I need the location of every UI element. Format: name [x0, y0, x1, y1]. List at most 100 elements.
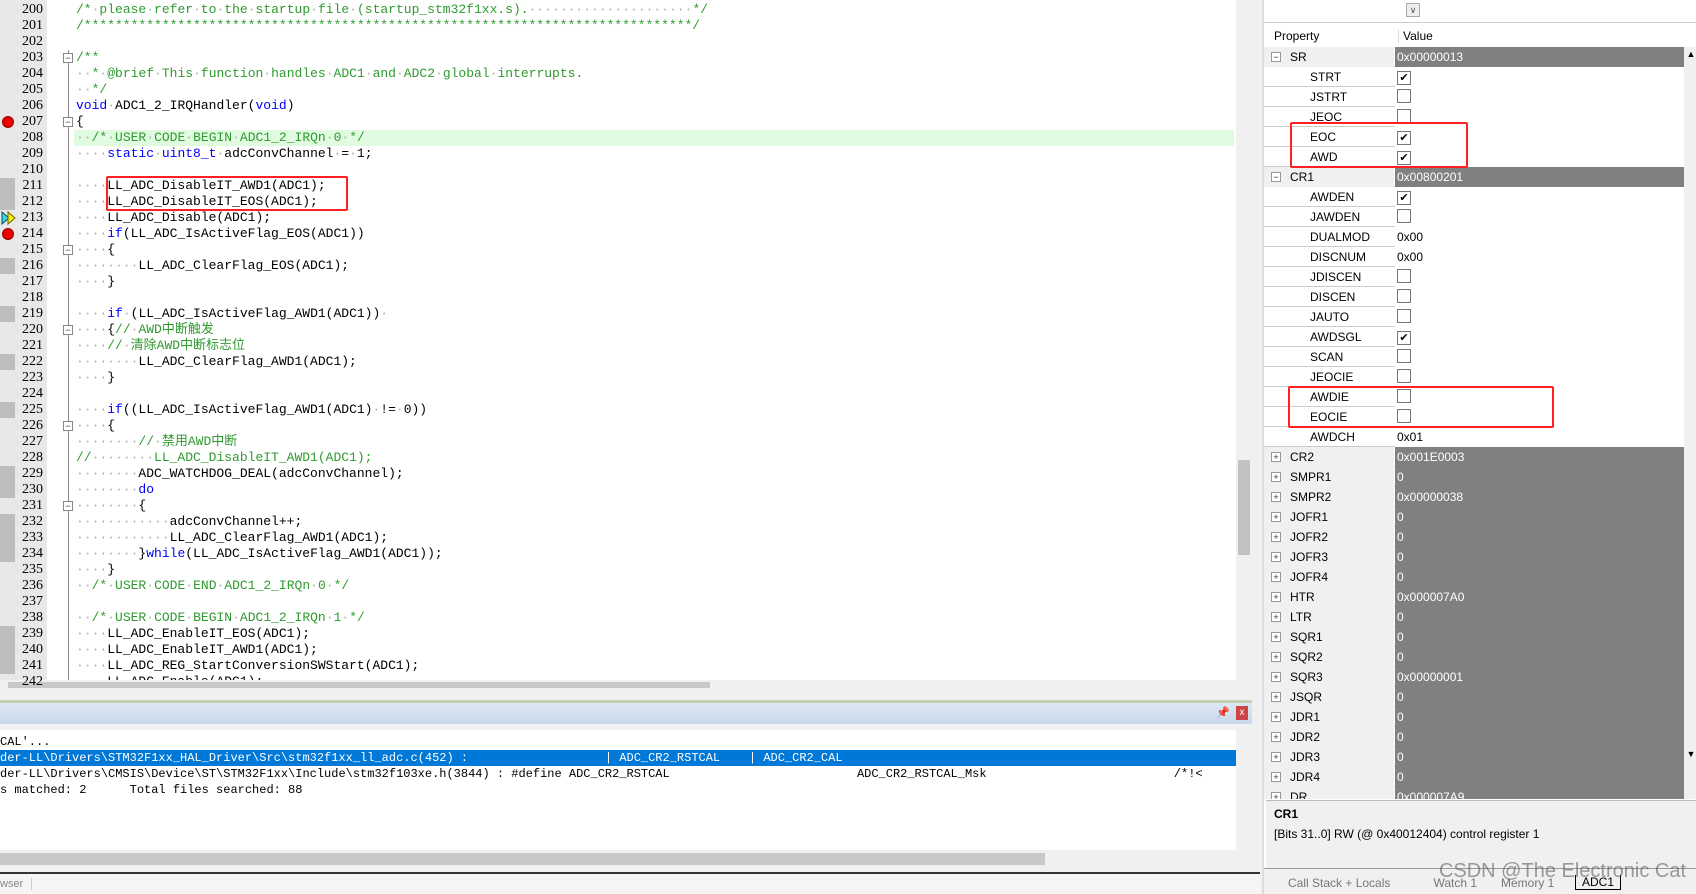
- register-row-jawden[interactable]: JAWDEN: [1264, 207, 1684, 227]
- property-value[interactable]: 0x000007A9: [1395, 787, 1684, 799]
- register-row-jdr2[interactable]: + JDR2 0: [1264, 727, 1684, 747]
- checkbox[interactable]: [1397, 269, 1411, 283]
- expand-icon[interactable]: +: [1271, 492, 1281, 502]
- register-row-smpr2[interactable]: + SMPR2 0x00000038: [1264, 487, 1684, 507]
- property-value[interactable]: 0x00000038: [1395, 487, 1684, 507]
- property-value[interactable]: 0: [1395, 507, 1684, 527]
- property-value[interactable]: 0: [1395, 567, 1684, 587]
- scroll-thumb[interactable]: [1238, 460, 1250, 555]
- property-value[interactable]: [1395, 367, 1684, 387]
- register-row-sr[interactable]: − SR 0x00000013: [1264, 47, 1684, 67]
- find-result-row[interactable]: s matched: 2 Total files searched: 88: [0, 782, 1236, 798]
- expand-icon[interactable]: +: [1271, 712, 1281, 722]
- expand-icon[interactable]: +: [1271, 752, 1281, 762]
- checkbox[interactable]: [1397, 289, 1411, 303]
- pin-icon[interactable]: 📌: [1216, 706, 1230, 719]
- fold-toggle-icon[interactable]: −: [63, 325, 73, 335]
- property-value[interactable]: 0x00: [1395, 247, 1684, 267]
- register-row-jdr1[interactable]: + JDR1 0: [1264, 707, 1684, 727]
- property-value[interactable]: [1395, 287, 1684, 307]
- expand-icon[interactable]: +: [1271, 792, 1281, 799]
- tab-call-stack-locals[interactable]: Call Stack + Locals: [1288, 876, 1390, 890]
- property-value[interactable]: 0: [1395, 707, 1684, 727]
- register-row-jauto[interactable]: JAUTO: [1264, 307, 1684, 327]
- property-value[interactable]: ✔: [1395, 327, 1684, 347]
- checkbox[interactable]: ✔: [1397, 191, 1411, 205]
- expand-icon[interactable]: +: [1271, 512, 1281, 522]
- checkbox[interactable]: [1397, 349, 1411, 363]
- property-value[interactable]: 0: [1395, 627, 1684, 647]
- expand-icon[interactable]: +: [1271, 452, 1281, 462]
- register-row-discnum[interactable]: DISCNUM 0x00: [1264, 247, 1684, 267]
- scroll-thumb[interactable]: [8, 682, 710, 688]
- register-row-discen[interactable]: DISCEN: [1264, 287, 1684, 307]
- checkbox[interactable]: [1397, 209, 1411, 223]
- property-value[interactable]: 0x00: [1395, 227, 1684, 247]
- register-row-ltr[interactable]: + LTR 0: [1264, 607, 1684, 627]
- property-value[interactable]: 0: [1395, 727, 1684, 747]
- expand-icon[interactable]: +: [1271, 772, 1281, 782]
- browser-tab-label[interactable]: wser: [0, 878, 33, 890]
- checkbox[interactable]: [1397, 89, 1411, 103]
- register-row-jofr4[interactable]: + JOFR4 0: [1264, 567, 1684, 587]
- property-value[interactable]: 0: [1395, 467, 1684, 487]
- register-row-htr[interactable]: + HTR 0x000007A0: [1264, 587, 1684, 607]
- property-value[interactable]: [1395, 267, 1684, 287]
- panel-vertical-scrollbar[interactable]: ▲ ▼: [1684, 47, 1696, 799]
- expand-icon[interactable]: +: [1271, 672, 1281, 682]
- chevron-down-icon[interactable]: ∨: [1406, 3, 1420, 17]
- register-row-jdr3[interactable]: + JDR3 0: [1264, 747, 1684, 767]
- register-row-jsqr[interactable]: + JSQR 0: [1264, 687, 1684, 707]
- checkbox[interactable]: [1397, 109, 1411, 123]
- property-value[interactable]: 0: [1395, 547, 1684, 567]
- register-row-scan[interactable]: SCAN: [1264, 347, 1684, 367]
- register-row-sqr3[interactable]: + SQR3 0x00000001: [1264, 667, 1684, 687]
- property-value[interactable]: 0x01: [1395, 427, 1684, 447]
- close-icon[interactable]: x: [1236, 706, 1248, 720]
- property-value[interactable]: 0x00000001: [1395, 667, 1684, 687]
- register-row-cr1[interactable]: − CR1 0x00800201: [1264, 167, 1684, 187]
- property-value[interactable]: 0: [1395, 607, 1684, 627]
- register-row-jofr2[interactable]: + JOFR2 0: [1264, 527, 1684, 547]
- register-row-jdiscen[interactable]: JDISCEN: [1264, 267, 1684, 287]
- fold-toggle-icon[interactable]: −: [63, 117, 73, 127]
- property-value[interactable]: 0x00000013: [1395, 47, 1684, 67]
- find-result-row[interactable]: der-LL\Drivers\STM32F1xx_HAL_Driver\Src\…: [0, 750, 1236, 766]
- register-row-cr2[interactable]: + CR2 0x001E0003: [1264, 447, 1684, 467]
- register-row-awden[interactable]: AWDEN ✔: [1264, 187, 1684, 207]
- editor-horizontal-scrollbar[interactable]: [0, 680, 1236, 688]
- register-row-smpr1[interactable]: + SMPR1 0: [1264, 467, 1684, 487]
- expand-icon[interactable]: +: [1271, 692, 1281, 702]
- find-result-row[interactable]: CAL'...: [0, 734, 1236, 750]
- editor-vertical-scrollbar[interactable]: [1236, 0, 1252, 688]
- register-row-jdr4[interactable]: + JDR4 0: [1264, 767, 1684, 787]
- collapse-icon[interactable]: −: [1271, 52, 1281, 62]
- expand-icon[interactable]: +: [1271, 732, 1281, 742]
- expand-icon[interactable]: +: [1271, 652, 1281, 662]
- fold-toggle-icon[interactable]: −: [63, 245, 73, 255]
- register-row-jstrt[interactable]: JSTRT: [1264, 87, 1684, 107]
- register-row-jofr1[interactable]: + JOFR1 0: [1264, 507, 1684, 527]
- expand-icon[interactable]: +: [1271, 632, 1281, 642]
- expand-icon[interactable]: +: [1271, 592, 1281, 602]
- collapse-icon[interactable]: −: [1271, 172, 1281, 182]
- property-value[interactable]: [1395, 87, 1684, 107]
- register-row-sqr2[interactable]: + SQR2 0: [1264, 647, 1684, 667]
- property-value[interactable]: 0: [1395, 527, 1684, 547]
- find-result-row[interactable]: der-LL\Drivers\CMSIS\Device\ST\STM32F1xx…: [0, 766, 1236, 782]
- expand-icon[interactable]: +: [1271, 472, 1281, 482]
- property-value[interactable]: ✔: [1395, 187, 1684, 207]
- property-value[interactable]: [1395, 347, 1684, 367]
- find-horizontal-scrollbar[interactable]: [0, 850, 1252, 868]
- expand-icon[interactable]: +: [1271, 532, 1281, 542]
- register-row-jeocie[interactable]: JEOCIE: [1264, 367, 1684, 387]
- checkbox[interactable]: [1397, 369, 1411, 383]
- expand-icon[interactable]: +: [1271, 552, 1281, 562]
- register-row-sqr1[interactable]: + SQR1 0: [1264, 627, 1684, 647]
- property-value[interactable]: ✔: [1395, 67, 1684, 87]
- checkbox[interactable]: ✔: [1397, 331, 1411, 345]
- find-vertical-scrollbar[interactable]: [1236, 730, 1252, 858]
- register-row-dualmod[interactable]: DUALMOD 0x00: [1264, 227, 1684, 247]
- property-value[interactable]: 0: [1395, 767, 1684, 787]
- fold-toggle-icon[interactable]: −: [63, 501, 73, 511]
